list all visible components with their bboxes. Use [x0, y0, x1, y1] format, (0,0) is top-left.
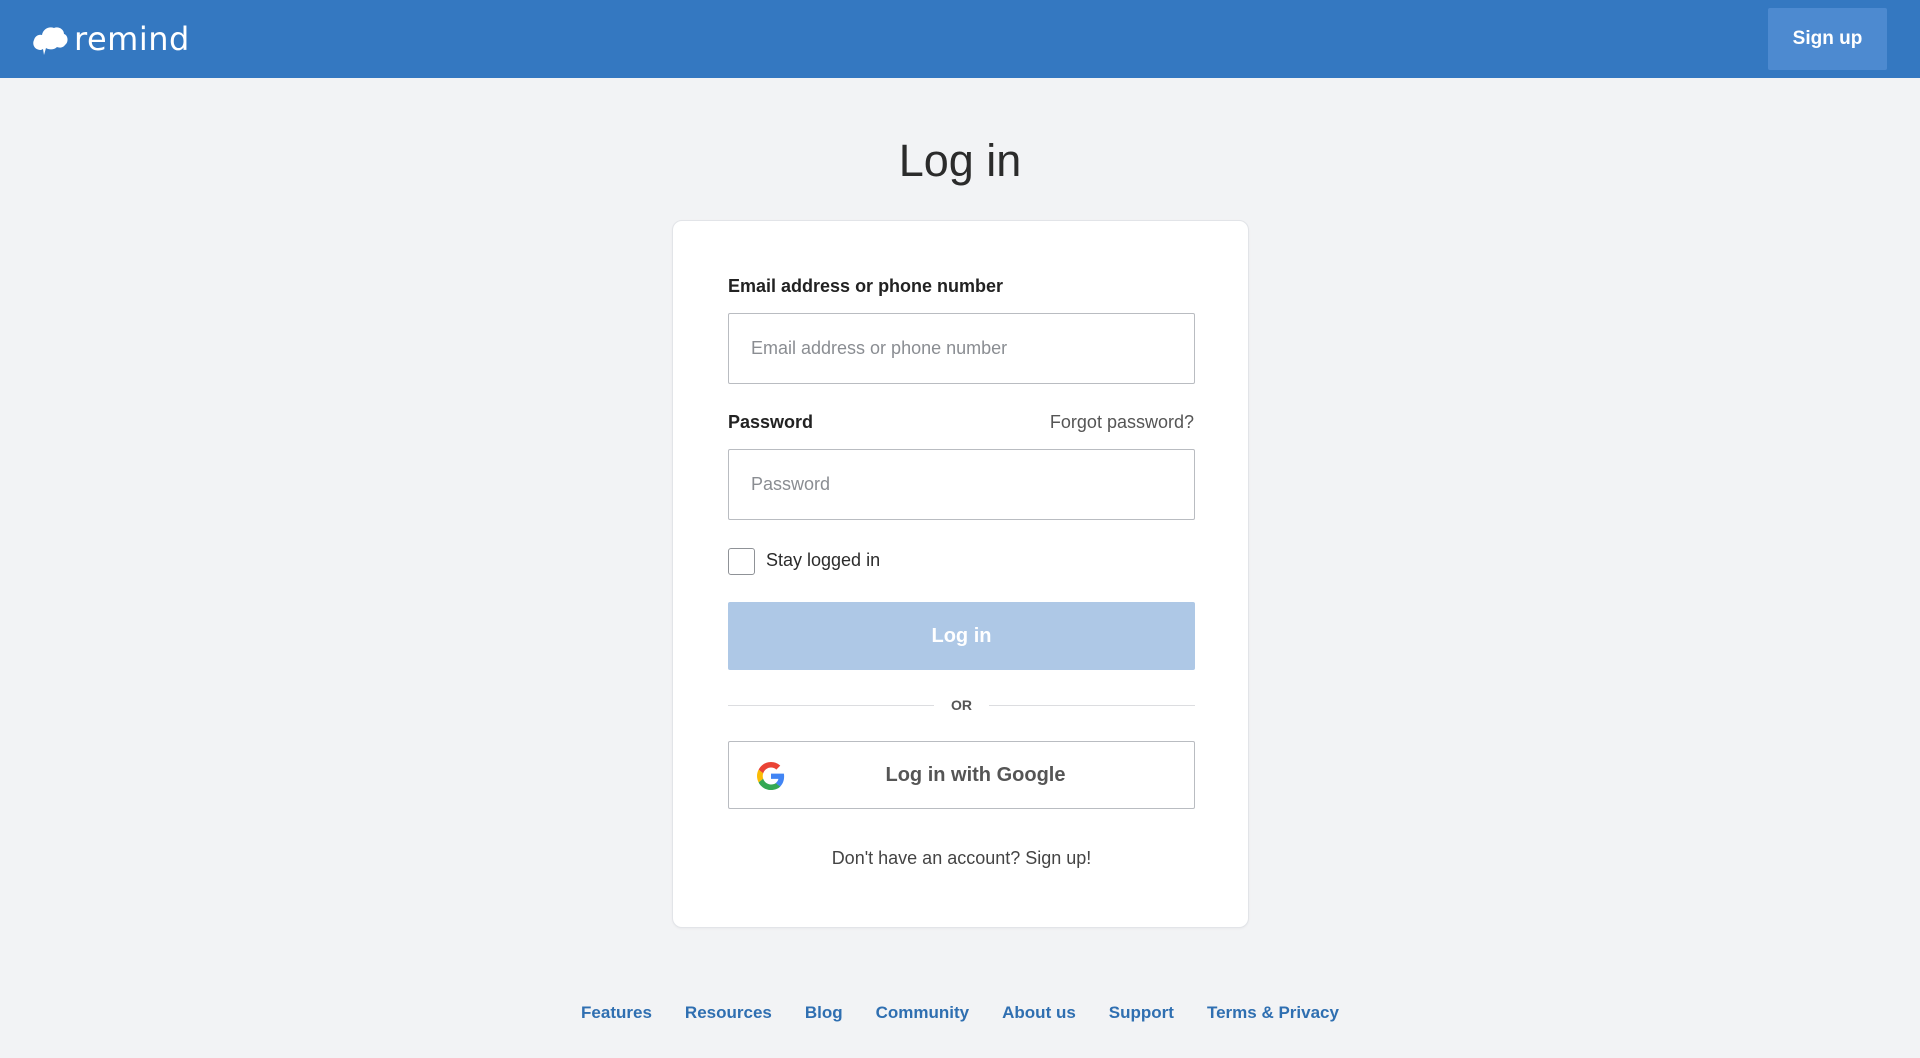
- footer-link-terms-privacy[interactable]: Terms & Privacy: [1207, 1003, 1339, 1023]
- footer-link-support[interactable]: Support: [1109, 1003, 1174, 1023]
- header-signup-button[interactable]: Sign up: [1768, 8, 1887, 70]
- footer-link-community[interactable]: Community: [876, 1003, 970, 1023]
- google-login-label: Log in with Google: [885, 763, 1066, 786]
- password-label: Password: [728, 412, 814, 432]
- logo-wordmark: remind: [74, 20, 190, 58]
- google-login-button[interactable]: Log in with Google: [728, 741, 1195, 809]
- footer-link-about-us[interactable]: About us: [1002, 1003, 1076, 1023]
- signup-prompt-link[interactable]: Don't have an account? Sign up!: [673, 848, 1250, 869]
- login-button[interactable]: Log in: [728, 602, 1195, 670]
- top-navigation-bar: remind Sign up: [0, 0, 1920, 78]
- login-card: Email address or phone number Password F…: [672, 220, 1249, 928]
- footer-link-features[interactable]: Features: [581, 1003, 652, 1023]
- divider-line-right: [989, 705, 1195, 706]
- footer-link-resources[interactable]: Resources: [685, 1003, 772, 1023]
- remind-cloud-icon: [33, 27, 68, 55]
- page-title: Log in: [898, 135, 1022, 186]
- stay-logged-in-checkbox[interactable]: [728, 548, 755, 575]
- password-input[interactable]: [728, 449, 1195, 520]
- stay-logged-in-label[interactable]: Stay logged in: [766, 550, 880, 571]
- remind-logo[interactable]: remind: [32, 18, 190, 60]
- email-input[interactable]: [728, 313, 1195, 384]
- email-label: Email address or phone number: [728, 276, 1004, 296]
- footer-link-blog[interactable]: Blog: [805, 1003, 843, 1023]
- footer-links: Features Resources Blog Community About …: [0, 1003, 1920, 1023]
- forgot-password-link[interactable]: Forgot password?: [1050, 412, 1194, 433]
